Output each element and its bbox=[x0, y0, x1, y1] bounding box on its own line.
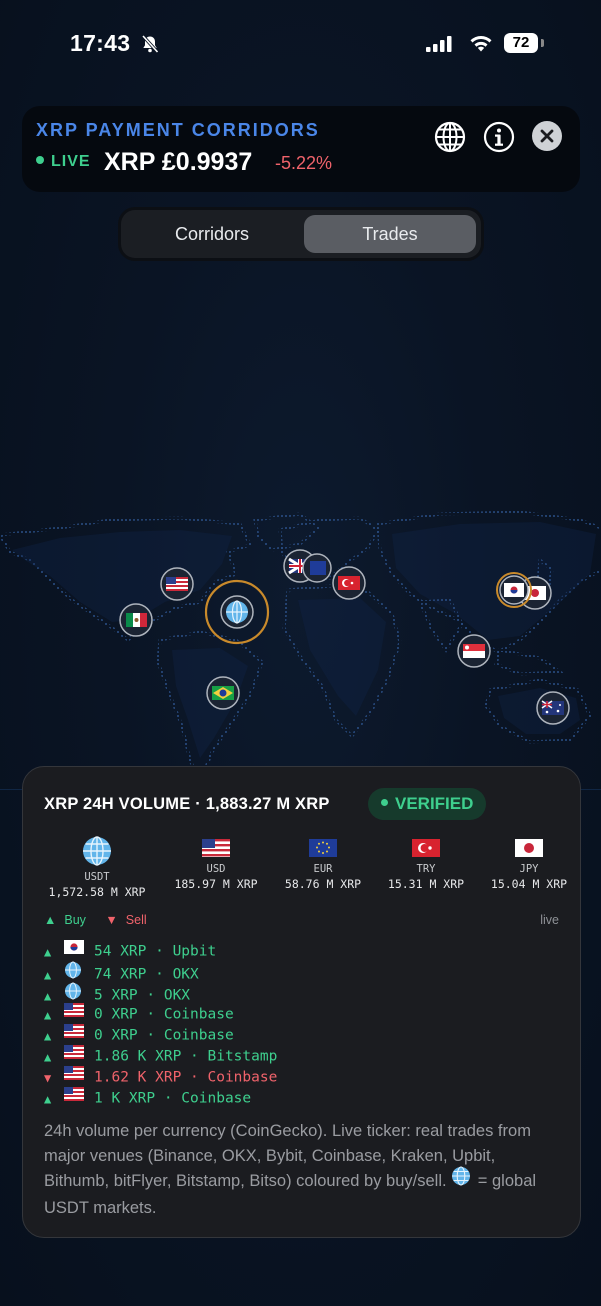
trade-row: ▲ 0 XRP · Coinbase bbox=[44, 1003, 277, 1025]
globe-icon bbox=[83, 836, 111, 866]
trade-text: 1.62 K XRP · Coinbase bbox=[94, 1069, 278, 1086]
trade-row: ▲ 0 XRP · Coinbase bbox=[44, 1024, 277, 1046]
close-icon[interactable] bbox=[532, 121, 562, 151]
trade-text: 74 XRP · OKX bbox=[94, 966, 199, 983]
currency-code: USDT bbox=[84, 871, 110, 883]
usa-flag-icon bbox=[64, 1003, 94, 1024]
korea-flag-icon bbox=[64, 940, 94, 961]
currency-try[interactable]: TRY 15.31 M XRP bbox=[366, 835, 486, 891]
buy-arrow-icon: ▲ bbox=[44, 944, 52, 959]
currency-amount: 15.04 M XRP bbox=[490, 877, 568, 891]
currency-eur[interactable]: EUR 58.76 M XRP bbox=[263, 835, 383, 891]
trade-row: ▲ 1 K XRP · Coinbase bbox=[44, 1087, 277, 1109]
map-marker-australia[interactable] bbox=[536, 691, 570, 725]
xrp-price: XRP £0.9937 bbox=[104, 148, 253, 176]
live-indicator: LIVE bbox=[36, 153, 91, 171]
buy-sell-legend: ▲ Buy ▼ Sell bbox=[44, 913, 147, 927]
globe-icon bbox=[451, 1166, 471, 1194]
japan-flag-icon bbox=[515, 839, 543, 857]
sell-arrow-icon: ▼ bbox=[44, 1070, 52, 1085]
battery-indicator: 72 bbox=[504, 33, 546, 53]
buy-arrow-icon: ▲ bbox=[44, 1028, 52, 1043]
view-segmented-control: Corridors Trades bbox=[121, 210, 481, 258]
map-marker-eu[interactable] bbox=[302, 553, 332, 583]
currency-code: JPY bbox=[519, 863, 539, 875]
currency-amount: 185.97 M XRP bbox=[174, 877, 258, 891]
trade-text: 5 XRP · OKX bbox=[94, 987, 191, 1004]
volume-title: XRP 24H VOLUME · 1,883.27 M XRP bbox=[44, 795, 330, 813]
currency-amount: 15.31 M XRP bbox=[387, 877, 465, 891]
trade-text: 1 K XRP · Coinbase bbox=[94, 1090, 252, 1107]
currency-code: TRY bbox=[416, 863, 436, 875]
currency-volume-row: USDT 1,572.58 M XRP USD 185.97 M XRP EUR… bbox=[23, 835, 580, 905]
map-marker-usa[interactable] bbox=[160, 567, 194, 601]
wifi-icon bbox=[470, 36, 492, 52]
usa-flag-icon bbox=[64, 1087, 94, 1108]
page-title: XRP PAYMENT CORRIDORS bbox=[36, 120, 320, 140]
trade-row: ▲ 74 XRP · OKX bbox=[44, 961, 277, 983]
map-marker-korea[interactable] bbox=[496, 572, 532, 608]
cellular-signal-icon bbox=[426, 36, 452, 52]
status-bar: 17:43 72 bbox=[0, 30, 601, 60]
globe-icon[interactable] bbox=[433, 120, 467, 154]
trade-row: ▲ 54 XRP · Upbit bbox=[44, 940, 277, 962]
map-marker-brazil[interactable] bbox=[206, 676, 240, 710]
price-change: -5.22% bbox=[275, 153, 333, 173]
usa-flag-icon bbox=[64, 1045, 94, 1066]
verified-label: VERIFIED bbox=[395, 794, 474, 813]
buy-arrow-icon: ▲ bbox=[44, 913, 57, 927]
volume-footnote: 24h volume per currency (CoinGecko). Liv… bbox=[44, 1119, 564, 1220]
tab-corridors[interactable]: Corridors bbox=[126, 215, 298, 253]
tab-trades[interactable]: Trades bbox=[304, 215, 476, 253]
currency-code: USD bbox=[206, 863, 226, 875]
trade-row: ▼ 1.62 K XRP · Coinbase bbox=[44, 1066, 278, 1088]
live-trade-list: ▲ 54 XRP · Upbit ▲ 74 XRP · OKX ▲ 5 XRP · O… bbox=[44, 940, 278, 1109]
currency-amount: 1,572.58 M XRP bbox=[48, 885, 146, 899]
trade-row: ▲ 5 XRP · OKX bbox=[44, 982, 277, 1004]
currency-usd[interactable]: USD 185.97 M XRP bbox=[156, 835, 276, 891]
usa-flag-icon bbox=[64, 1024, 94, 1045]
legend-sell: ▼ Sell bbox=[105, 913, 147, 927]
world-map bbox=[0, 510, 601, 790]
buy-arrow-icon: ▲ bbox=[44, 1007, 52, 1022]
live-label: LIVE bbox=[51, 153, 91, 170]
currency-jpy[interactable]: JPY 15.04 M XRP bbox=[469, 835, 580, 891]
trade-text: 0 XRP · Coinbase bbox=[94, 1006, 234, 1023]
usa-flag-icon bbox=[202, 839, 230, 857]
battery-level: 72 bbox=[504, 33, 538, 53]
trade-text: 1.86 K XRP · Bitstamp bbox=[94, 1048, 278, 1065]
legend-buy: ▲ Buy bbox=[44, 913, 86, 927]
header-card: XRP PAYMENT CORRIDORS LIVE XRP £0.9937 -… bbox=[22, 106, 580, 192]
map-marker-singapore[interactable] bbox=[457, 634, 491, 668]
map-marker-global-usdt[interactable] bbox=[204, 579, 270, 645]
status-time: 17:43 bbox=[70, 30, 131, 56]
live-tag: live bbox=[540, 913, 559, 927]
verified-badge: VERIFIED bbox=[368, 788, 487, 820]
volume-panel: XRP 24H VOLUME · 1,883.27 M XRP VERIFIED… bbox=[22, 766, 581, 1238]
sell-arrow-icon: ▼ bbox=[105, 913, 118, 927]
trade-row: ▲ 1.86 K XRP · Bitstamp bbox=[44, 1045, 278, 1067]
buy-arrow-icon: ▲ bbox=[44, 1091, 52, 1106]
currency-code: EUR bbox=[313, 863, 333, 875]
trade-text: 54 XRP · Upbit bbox=[94, 943, 217, 960]
turkey-flag-icon bbox=[412, 839, 440, 857]
eu-flag-icon bbox=[309, 839, 337, 857]
map-marker-mexico[interactable] bbox=[119, 603, 153, 637]
currency-amount: 58.76 M XRP bbox=[284, 877, 362, 891]
usa-flag-icon bbox=[64, 1066, 94, 1087]
bell-muted-icon bbox=[141, 34, 159, 54]
buy-arrow-icon: ▲ bbox=[44, 1049, 52, 1064]
map-marker-turkey[interactable] bbox=[332, 566, 366, 600]
trade-text: 0 XRP · Coinbase bbox=[94, 1027, 234, 1044]
currency-usdt[interactable]: USDT 1,572.58 M XRP bbox=[37, 835, 157, 899]
info-icon[interactable] bbox=[482, 120, 516, 154]
